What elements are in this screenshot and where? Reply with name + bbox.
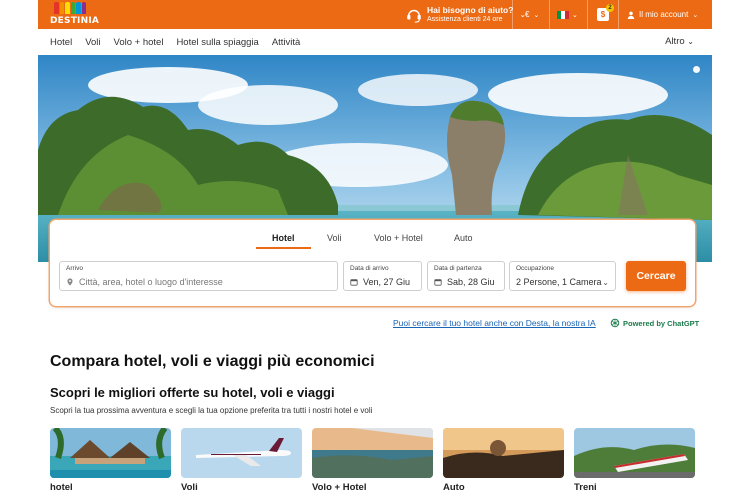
category-card-hotel[interactable] — [50, 428, 171, 478]
occupancy-label: Occupazione — [516, 265, 554, 272]
nav-item-volo-hotel[interactable]: Volo + hotel — [114, 37, 164, 48]
nav-item-hotel-spiaggia[interactable]: Hotel sulla spiaggia — [176, 37, 258, 48]
notification-badge: 2 — [606, 4, 614, 12]
checkin-label: Data di arrivo — [350, 265, 389, 272]
calendar-icon — [434, 279, 442, 286]
destination-label: Arrivo — [66, 265, 83, 272]
bookings-icon: $ 2 — [597, 4, 614, 21]
logo-text: DESTINIA — [50, 16, 100, 26]
location-pin-icon — [67, 278, 73, 286]
section-title: Scopri le migliori offerte su hotel, vol… — [50, 385, 335, 400]
chatgpt-icon — [610, 318, 620, 328]
occupancy-field[interactable]: Occupazione 2 Persone, 1 Camera ⌄ — [509, 261, 616, 291]
car-image — [443, 428, 564, 478]
checkout-field[interactable]: Data di partenza Sab, 28 Giu — [427, 261, 505, 291]
bookings-button[interactable]: $ 2 — [597, 0, 614, 29]
active-tab-indicator — [256, 247, 311, 249]
desta-ai-link[interactable]: Puoi cercare il tuo hotel anche con Dest… — [393, 318, 596, 328]
currency-selector[interactable]: € ⌄ — [525, 0, 539, 29]
occupancy-value: 2 Persone, 1 Camera — [516, 277, 602, 287]
italy-flag-icon — [557, 10, 569, 19]
help-title: Hai bisogno di aiuto? — [427, 4, 514, 15]
category-card-volo-hotel[interactable] — [312, 428, 433, 478]
chevron-down-icon: ⌄ — [533, 11, 540, 19]
destinia-logo[interactable]: DESTINIA — [50, 2, 99, 26]
page-title: Compara hotel, voli e viaggi più economi… — [50, 353, 375, 370]
destination-field[interactable]: Arrivo Città, area, hotel o luogo d'inte… — [59, 261, 338, 291]
search-panel: Hotel Voli Volo + Hotel Auto Arrivo Citt… — [50, 220, 695, 306]
powered-by-chatgpt: Powered by ChatGPT — [610, 318, 699, 328]
chevron-down-icon: ⌄ — [602, 278, 609, 287]
category-card-auto[interactable] — [443, 428, 564, 478]
carousel-dot[interactable] — [693, 66, 700, 73]
checkin-field[interactable]: Data di arrivo Ven, 27 Giu — [343, 261, 422, 291]
train-image — [574, 428, 695, 478]
category-label-treni[interactable]: Treni — [574, 482, 597, 493]
help-subtitle: Assistenza clienti 24 ore — [427, 15, 503, 23]
volo-hotel-image — [312, 428, 433, 478]
checkin-value: Ven, 27 Giu — [350, 277, 410, 287]
user-icon — [627, 11, 635, 19]
headset-icon — [407, 9, 421, 23]
help-button[interactable]: Hai bisogno di aiuto? Assistenza clienti… — [405, 3, 526, 26]
calendar-icon — [350, 279, 358, 286]
account-menu[interactable]: Il mio account ⌄ — [627, 0, 698, 29]
nav-more-menu[interactable]: Altro ⌄ — [665, 36, 694, 47]
category-label-auto[interactable]: Auto — [443, 482, 465, 493]
language-selector[interactable]: ⌄ — [557, 0, 578, 29]
checkout-value: Sab, 28 Giu — [434, 277, 495, 287]
category-label-volo-hotel[interactable]: Volo + Hotel — [312, 482, 366, 493]
hotel-image — [50, 428, 171, 478]
category-label-voli[interactable]: Voli — [181, 482, 198, 493]
divider — [549, 0, 550, 29]
divider — [512, 0, 513, 29]
divider — [618, 0, 619, 29]
logo-color-bars — [54, 2, 86, 14]
category-card-treni[interactable] — [574, 428, 695, 478]
nav-item-hotel[interactable]: Hotel — [50, 37, 72, 48]
tab-volo-hotel[interactable]: Volo + Hotel — [374, 233, 423, 243]
category-card-voli[interactable] — [181, 428, 302, 478]
main-nav: Hotel Voli Volo + hotel Hotel sulla spia… — [38, 29, 712, 55]
currency-symbol: € — [525, 10, 530, 19]
search-tabs: Hotel Voli Volo + Hotel Auto — [50, 230, 695, 250]
destination-input[interactable]: Città, area, hotel o luogo d'interesse — [66, 277, 223, 287]
chevron-down-icon: ⌄ — [692, 11, 699, 19]
tab-hotel[interactable]: Hotel — [272, 233, 295, 243]
tab-auto[interactable]: Auto — [454, 233, 473, 243]
nav-item-voli[interactable]: Voli — [85, 37, 100, 48]
top-bar: DESTINIA Hai bisogno di aiuto? Assistenz… — [38, 0, 712, 29]
airplane-image — [181, 428, 302, 478]
divider — [587, 0, 588, 29]
tab-voli[interactable]: Voli — [327, 233, 342, 243]
account-label: Il mio account — [639, 10, 689, 19]
category-label-hotel[interactable]: hotel — [50, 482, 73, 493]
chevron-down-icon: ⌄ — [687, 37, 694, 46]
search-button[interactable]: Cercare — [626, 261, 686, 291]
checkout-label: Data di partenza — [434, 265, 482, 272]
chevron-down-icon: ⌄ — [572, 11, 578, 19]
nav-item-attivita[interactable]: Attività — [272, 37, 301, 48]
section-description: Scopri la tua prossima avventura e scegl… — [50, 406, 373, 415]
